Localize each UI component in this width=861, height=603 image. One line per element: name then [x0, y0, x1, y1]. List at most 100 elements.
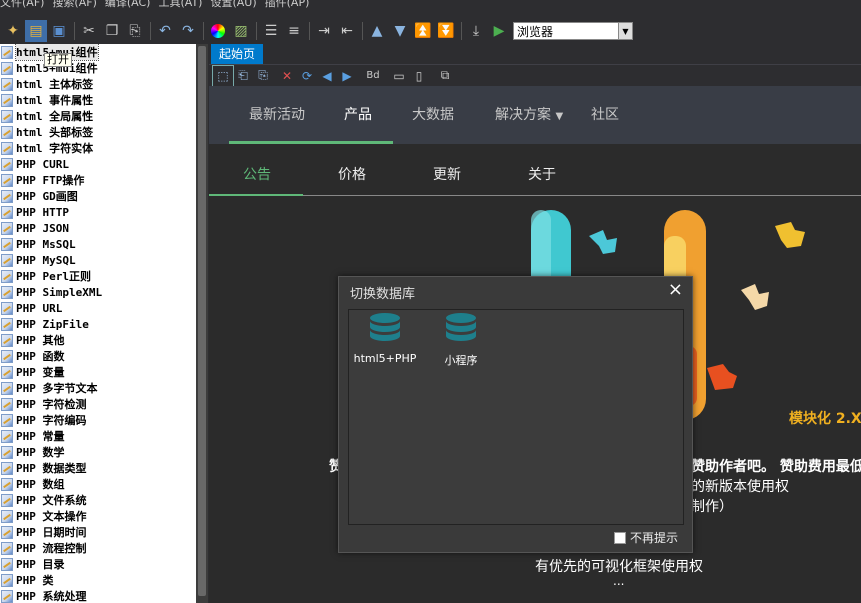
back-icon[interactable]: ◀	[317, 66, 337, 86]
tab-notice[interactable]: 公告	[243, 146, 271, 196]
tree-item[interactable]: PHP CURL	[0, 156, 196, 172]
save-icon[interactable]: ▣	[48, 20, 70, 42]
refresh-icon[interactable]: ⟳	[297, 66, 317, 86]
tree-item[interactable]: PHP 文本操作	[0, 508, 196, 524]
cut-icon[interactable]: ✂	[78, 20, 100, 42]
move-down-icon[interactable]: ▼	[389, 20, 411, 42]
tree-item-label: html 事件属性	[16, 94, 94, 107]
database-item-html5-php[interactable]: html5+PHP	[349, 312, 421, 365]
tree-item[interactable]: PHP 系统处理	[0, 588, 196, 603]
image-icon[interactable]: ▨	[230, 20, 252, 42]
tree-scrollbar[interactable]	[196, 44, 208, 603]
tree-item[interactable]: PHP 类	[0, 572, 196, 588]
move-top-icon[interactable]: ⏫	[412, 20, 434, 42]
tree-item[interactable]: PHP 流程控制	[0, 540, 196, 556]
close-icon[interactable]: ×	[668, 280, 683, 300]
database-label: 小程序	[444, 354, 478, 367]
snippet-file-icon	[1, 525, 13, 539]
sponsor-text-right: 赞助作者吧。 赞助费用最低	[691, 456, 861, 476]
tree-item[interactable]: PHP 多字节文本	[0, 380, 196, 396]
tree-item[interactable]: PHP JSON	[0, 220, 196, 236]
tree-item[interactable]: PHP 数组	[0, 476, 196, 492]
tab-price[interactable]: 价格	[338, 146, 366, 196]
new-file-icon[interactable]: ✦	[2, 20, 24, 42]
snippet-file-icon	[1, 205, 13, 219]
redo-icon[interactable]: ↷	[177, 20, 199, 42]
tree-item[interactable]: PHP URL	[0, 300, 196, 316]
baidu-icon[interactable]: Bd	[363, 66, 383, 86]
forward-icon[interactable]: ▶	[337, 66, 357, 86]
copy-icon[interactable]: ❐	[101, 20, 123, 42]
menu-file[interactable]: 文件(AF)	[0, 0, 52, 14]
tree-item[interactable]: PHP 字符编码	[0, 412, 196, 428]
tree-item[interactable]: PHP 函数	[0, 348, 196, 364]
tree-item[interactable]: html 字符实体	[0, 140, 196, 156]
tree-item[interactable]: html 全局属性	[0, 108, 196, 124]
color-picker-icon[interactable]	[207, 20, 229, 42]
tree-item[interactable]: PHP MsSQL	[0, 236, 196, 252]
move-up-icon[interactable]: ▲	[366, 20, 388, 42]
tree-item[interactable]: PHP 文件系统	[0, 492, 196, 508]
page-back-icon[interactable]: ⎗	[233, 66, 253, 86]
select-icon[interactable]: ⬚	[212, 64, 234, 87]
outdent-icon[interactable]: ⇤	[336, 20, 358, 42]
align-left-icon[interactable]: ☰	[260, 20, 282, 42]
nav-community[interactable]: 社区	[591, 86, 619, 144]
tree-item[interactable]: PHP ZipFile	[0, 316, 196, 332]
tree-item[interactable]: html5+mui组件	[0, 60, 196, 76]
nav-latest[interactable]: 最新活动	[249, 86, 305, 144]
paste-icon[interactable]: ⎘	[124, 20, 146, 42]
mobile-view-icon[interactable]: ▯	[409, 66, 429, 86]
scrollbar-thumb[interactable]	[198, 46, 206, 596]
tree-item[interactable]: PHP GD画图	[0, 188, 196, 204]
snippet-tree[interactable]: html5+mui组件html5+mui组件 html 主体标签 html 事件属性…	[0, 44, 196, 603]
tab-about[interactable]: 关于	[528, 146, 556, 196]
align-justify-icon[interactable]: ≡	[283, 20, 305, 42]
tree-item[interactable]: PHP HTTP	[0, 204, 196, 220]
tree-item[interactable]: PHP 日期时间	[0, 524, 196, 540]
tree-item[interactable]: PHP 其他	[0, 332, 196, 348]
tree-item[interactable]: html 主体标签	[0, 76, 196, 92]
tab-start-page[interactable]: 起始页	[211, 44, 264, 64]
nav-solutions[interactable]: 解决方案 ▼	[495, 86, 563, 144]
indent-icon[interactable]: ⇥	[313, 20, 335, 42]
database-item-miniprogram[interactable]: 小程序	[425, 312, 497, 368]
tree-item[interactable]: html 事件属性	[0, 92, 196, 108]
tree-item[interactable]: html5+mui组件	[0, 44, 196, 61]
run-icon[interactable]: ▶	[488, 20, 510, 42]
menu-settings[interactable]: 设置(AU)	[210, 0, 264, 14]
tree-item[interactable]: PHP 目录	[0, 556, 196, 572]
tree-item-label: PHP 目录	[16, 558, 65, 571]
stop-icon[interactable]: ✕	[277, 66, 297, 86]
tree-item[interactable]: html 头部标签	[0, 124, 196, 140]
tree-item[interactable]: PHP FTP操作	[0, 172, 196, 188]
tree-item[interactable]: PHP Perl正则	[0, 268, 196, 284]
open-folder-icon[interactable]: ▤	[25, 20, 47, 42]
dont-show-again[interactable]: 不再提示	[613, 529, 678, 546]
menu-tools[interactable]: 工具(AT)	[158, 0, 210, 14]
download-icon[interactable]: ⤓	[465, 20, 487, 42]
page-forward-icon[interactable]: ⎘	[253, 66, 273, 86]
chevron-down-icon[interactable]: ▼	[618, 23, 632, 39]
menu-plugins[interactable]: 插件(AP)	[265, 0, 318, 14]
screenshot-icon[interactable]: ⧉	[435, 66, 455, 86]
tab-update[interactable]: 更新	[433, 146, 461, 196]
move-bottom-icon[interactable]: ⏬	[435, 20, 457, 42]
desktop-view-icon[interactable]: ▭	[389, 66, 409, 86]
nav-product[interactable]: 产品	[344, 86, 372, 144]
tree-item-label: PHP 其他	[16, 334, 65, 347]
tree-item[interactable]: PHP 字符检测	[0, 396, 196, 412]
menu-compile[interactable]: 编译(AC)	[105, 0, 159, 14]
tree-item[interactable]: PHP 数学	[0, 444, 196, 460]
tree-item-label: PHP CURL	[16, 157, 69, 171]
undo-icon[interactable]: ↶	[154, 20, 176, 42]
tree-item[interactable]: PHP 常量	[0, 428, 196, 444]
browser-select[interactable]: 浏览器 ▼	[513, 22, 633, 40]
nav-bigdata[interactable]: 大数据	[412, 86, 454, 144]
menu-search[interactable]: 搜索(AF)	[52, 0, 104, 14]
tree-item[interactable]: PHP SimpleXML	[0, 284, 196, 300]
tree-item[interactable]: PHP 数据类型	[0, 460, 196, 476]
dont-show-checkbox[interactable]	[613, 531, 626, 544]
tree-item[interactable]: PHP 变量	[0, 364, 196, 380]
tree-item[interactable]: PHP MySQL	[0, 252, 196, 268]
